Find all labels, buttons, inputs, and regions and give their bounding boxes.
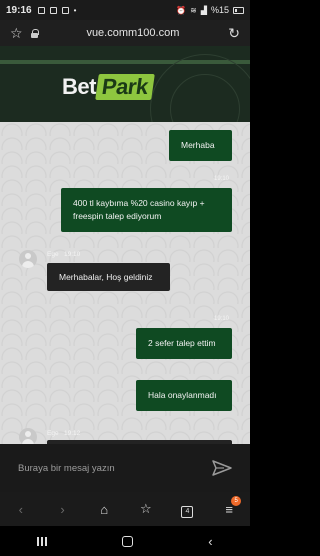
tabs-count: 4 <box>181 505 194 518</box>
message-time: 19:10 <box>214 316 230 322</box>
status-bar: 19:16 • ⏰ ≋ ▟ %15 <box>0 0 250 20</box>
betpark-logo: Bet Park <box>62 74 155 100</box>
agent-avatar-icon <box>19 428 37 444</box>
agent-avatar-icon <box>19 250 37 268</box>
agent-name: Ege <box>47 251 59 258</box>
visitor-message: Hala onaylanmadı <box>136 380 232 411</box>
app-icon <box>61 6 69 14</box>
status-time: 19:16 <box>6 4 32 16</box>
message-composer: Buraya bir mesaj yazın <box>0 444 250 492</box>
bookmarks-star-icon[interactable]: ☆ <box>132 501 160 517</box>
home-button-icon[interactable] <box>122 535 134 547</box>
more-notifications-icon: • <box>73 5 77 15</box>
message-text: Merhabalar, Hoş geldiniz <box>59 272 153 282</box>
message-text: Hala onaylanmadı <box>148 390 217 400</box>
alarm-icon: ⏰ <box>176 5 187 15</box>
reload-icon[interactable]: ↻ <box>228 25 240 42</box>
menu-button[interactable]: ≡ 5 <box>215 495 243 517</box>
system-navigation-bar: ‹ <box>0 526 250 556</box>
menu-badge: 5 <box>231 495 242 506</box>
mail-icon <box>49 6 57 14</box>
back-arrow-icon[interactable]: ‹ <box>7 502 35 517</box>
message-input[interactable]: Buraya bir mesaj yazın <box>18 463 212 474</box>
brand-banner: Bet Park <box>0 46 250 122</box>
logo-bet: Bet <box>62 74 96 99</box>
battery-icon <box>233 6 244 14</box>
tabs-button[interactable]: 4 <box>173 501 201 518</box>
recent-apps-icon[interactable] <box>37 536 48 546</box>
status-notification-icons: • <box>37 5 77 15</box>
chat-transcript[interactable]: Merhaba 19:10 400 tl kaybıma %20 casino … <box>0 122 250 444</box>
browser-url-bar: ☆ vue.comm100.com ↻ <box>0 20 250 46</box>
agent-time: 19:10 <box>64 251 81 258</box>
signal-icon: ▟ <box>200 5 207 15</box>
forward-arrow-icon[interactable]: › <box>48 502 76 517</box>
url-text[interactable]: vue.comm100.com <box>38 27 229 39</box>
bookmark-star-icon[interactable]: ☆ <box>10 25 23 42</box>
message-text: 2 sefer talep ettim <box>148 338 216 348</box>
battery-percent: %15 <box>210 5 229 15</box>
message-time: 19:10 <box>214 176 230 182</box>
logo-park: Park <box>95 74 155 100</box>
agent-name: Ege <box>47 430 59 437</box>
visitor-message: 400 tl kaybıma %20 casino kayıp + freesp… <box>61 188 232 232</box>
send-icon[interactable] <box>212 460 232 476</box>
agent-time: 19:12 <box>64 430 81 437</box>
visitor-message: Merhaba <box>169 130 232 161</box>
gallery-icon <box>37 6 45 14</box>
status-system-icons: ⏰ ≋ ▟ %15 <box>176 5 244 15</box>
agent-message: Merhabalar, Hoş geldiniz <box>47 263 170 291</box>
message-text: Merhaba <box>181 140 215 150</box>
visitor-message: 2 sefer talep ettim <box>136 328 232 359</box>
browser-toolbar: ‹ › ⌂ ☆ 4 ≡ 5 <box>0 492 250 526</box>
lock-icon[interactable] <box>30 29 39 38</box>
system-back-icon[interactable]: ‹ <box>208 534 212 549</box>
home-icon[interactable]: ⌂ <box>90 502 118 517</box>
message-text: 400 tl kaybıma %20 casino kayıp + freesp… <box>73 198 205 221</box>
wifi-icon: ≋ <box>190 5 197 15</box>
